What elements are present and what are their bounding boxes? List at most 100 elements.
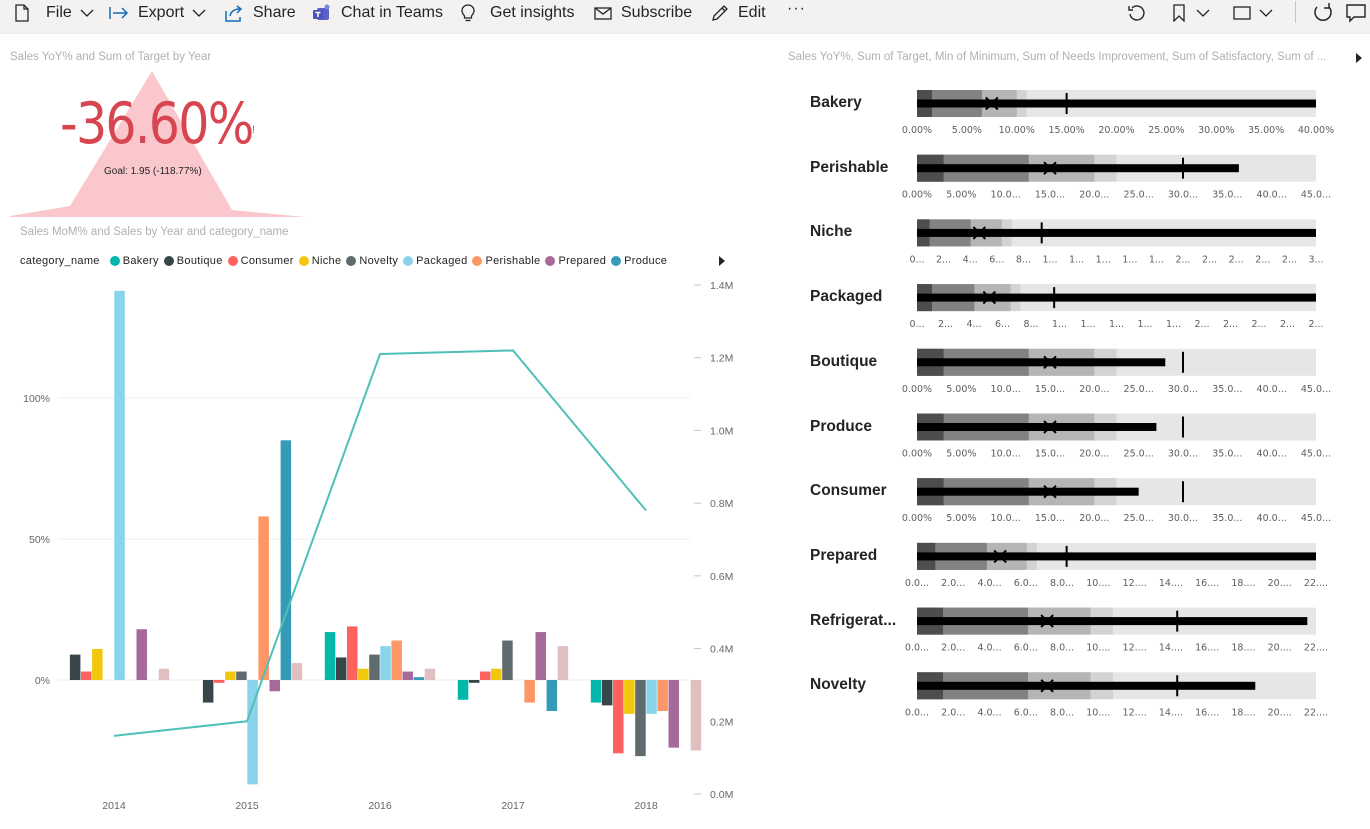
bar-packaged-2016[interactable] bbox=[380, 646, 391, 680]
bar-novelty-2015[interactable] bbox=[236, 671, 247, 680]
bar-perishable-2018[interactable] bbox=[657, 680, 668, 712]
chat-in-teams-button[interactable]: Chat in Teams bbox=[312, 0, 443, 26]
bar-consumer-2018[interactable] bbox=[613, 680, 624, 754]
bar-boutique-2017[interactable] bbox=[468, 680, 480, 683]
bar-bakery-2018[interactable] bbox=[590, 680, 602, 703]
bar-bakery-2017[interactable] bbox=[457, 680, 469, 700]
bar-novelty-2017[interactable] bbox=[502, 640, 513, 680]
reset-button[interactable] bbox=[1127, 0, 1147, 26]
bullet-tick-label: 45.0... bbox=[1301, 190, 1331, 201]
bar-perishable-2015[interactable] bbox=[258, 516, 269, 680]
bullet-tick-label: 3... bbox=[1308, 254, 1323, 265]
bar-perishable-2017[interactable] bbox=[524, 680, 535, 703]
legend-item-packaged[interactable]: Packaged bbox=[403, 255, 467, 267]
share-button[interactable]: Share bbox=[225, 0, 296, 26]
file-menu[interactable]: File bbox=[15, 0, 103, 26]
bar-refrigerated-2018[interactable] bbox=[690, 680, 702, 751]
bar-refrigerated-2014[interactable] bbox=[158, 668, 170, 680]
bar-consumer-2016[interactable] bbox=[347, 626, 358, 680]
bar-boutique-2018[interactable] bbox=[601, 680, 613, 706]
legend-item-prepared[interactable]: Prepared bbox=[545, 255, 606, 267]
legend-item-perishable[interactable]: Perishable bbox=[472, 255, 540, 267]
bar-packaged-2014[interactable] bbox=[114, 290, 125, 680]
bullet-tick-label: 1... bbox=[1122, 254, 1137, 265]
bar-boutique-2015[interactable] bbox=[202, 680, 214, 703]
share-icon bbox=[225, 4, 243, 22]
bullet-tick-label: 22.... bbox=[1304, 643, 1328, 654]
bar-prepared-2014[interactable] bbox=[136, 629, 148, 680]
legend-item-boutique[interactable]: Boutique bbox=[163, 255, 223, 267]
bullet-tick-label: 20.... bbox=[1268, 578, 1292, 589]
subscribe-button[interactable]: Subscribe bbox=[594, 0, 692, 26]
bar-produce-2017[interactable] bbox=[546, 680, 558, 712]
bar-produce-2015[interactable] bbox=[280, 440, 292, 680]
bar-prepared-2016[interactable] bbox=[402, 671, 414, 680]
bullet-actual-bar[interactable] bbox=[917, 487, 1139, 496]
bar-niche-2018[interactable] bbox=[624, 680, 635, 714]
legend-label: Novelty bbox=[359, 255, 399, 267]
bar-niche-2015[interactable] bbox=[225, 671, 236, 680]
bullet-actual-bar[interactable] bbox=[917, 99, 1316, 108]
bullet-tick-label: 0.00% bbox=[902, 190, 932, 201]
bullet-tick-label: 2... bbox=[1251, 319, 1266, 330]
bookmark-menu[interactable] bbox=[1172, 0, 1210, 26]
bullet-tick-label: 10.... bbox=[1086, 578, 1110, 589]
bar-refrigerated-2017[interactable] bbox=[557, 646, 569, 680]
bullet-actual-bar[interactable] bbox=[917, 358, 1166, 367]
bar-consumer-2015[interactable] bbox=[214, 680, 225, 683]
bullet-tick-label: 14.... bbox=[1159, 707, 1183, 718]
bar-prepared-2017[interactable] bbox=[535, 632, 547, 680]
legend-next-icon[interactable] bbox=[718, 256, 726, 266]
bar-niche-2016[interactable] bbox=[358, 668, 369, 680]
bar-consumer-2014[interactable] bbox=[81, 671, 92, 680]
bar-consumer-2017[interactable] bbox=[480, 671, 491, 680]
legend-label: Perishable bbox=[485, 255, 541, 267]
bar-niche-2017[interactable] bbox=[491, 668, 502, 680]
bar-perishable-2016[interactable] bbox=[391, 640, 402, 680]
y-right-tick: 0.4M bbox=[710, 644, 733, 656]
lightbulb-icon bbox=[461, 3, 475, 21]
bullet-tick-label: 25.00% bbox=[1148, 125, 1184, 136]
refresh-button[interactable] bbox=[1312, 0, 1334, 26]
bar-packaged-2018[interactable] bbox=[646, 680, 657, 714]
bar-prepared-2015[interactable] bbox=[269, 680, 281, 692]
legend-item-novelty[interactable]: Novelty bbox=[346, 255, 398, 267]
bullet-tick-label: 4... bbox=[963, 254, 978, 265]
bullet-tick-label: 8.0... bbox=[1050, 578, 1074, 589]
bar-refrigerated-2016[interactable] bbox=[424, 668, 436, 680]
bar-boutique-2014[interactable] bbox=[69, 654, 81, 680]
bullet-tick-label: 1... bbox=[1109, 319, 1124, 330]
comment-icon bbox=[1346, 4, 1366, 23]
bar-produce-2016[interactable] bbox=[413, 677, 425, 680]
bullet-actual-bar[interactable] bbox=[917, 617, 1308, 626]
legend-item-produce[interactable]: Produce bbox=[611, 255, 667, 267]
bullet-actual-bar[interactable] bbox=[917, 293, 1316, 302]
bar-boutique-2016[interactable] bbox=[335, 657, 347, 680]
bullet-tick-label: 15.0... bbox=[1035, 384, 1065, 395]
export-menu[interactable]: Export bbox=[109, 0, 215, 26]
chevron-down-icon bbox=[80, 9, 94, 17]
more-options-button[interactable]: ··· bbox=[787, 0, 806, 22]
bar-novelty-2016[interactable] bbox=[369, 654, 380, 680]
bar-niche-2014[interactable] bbox=[92, 648, 103, 680]
comments-button[interactable] bbox=[1345, 3, 1367, 28]
edit-button[interactable]: Edit bbox=[711, 0, 766, 26]
bullet-actual-bar[interactable] bbox=[917, 552, 1316, 561]
bullet-actual-bar[interactable] bbox=[917, 423, 1157, 431]
bar-prepared-2018[interactable] bbox=[668, 680, 680, 748]
legend-item-bakery[interactable]: Bakery bbox=[109, 255, 159, 267]
bullet-actual-bar[interactable] bbox=[917, 164, 1239, 173]
get-insights-button[interactable]: Get insights bbox=[461, 0, 574, 26]
bullet-tick-label: 16.... bbox=[1195, 707, 1219, 718]
file-icon bbox=[15, 4, 29, 22]
legend-item-consumer[interactable]: Consumer bbox=[227, 255, 294, 267]
legend-item-niche[interactable]: Niche bbox=[298, 255, 342, 267]
bullet-tick-label: 6.0... bbox=[1014, 643, 1038, 654]
bullet-tick-label: 10.... bbox=[1086, 643, 1110, 654]
bullet-actual-bar[interactable] bbox=[917, 681, 1256, 690]
bar-refrigerated-2015[interactable] bbox=[291, 663, 303, 680]
bar-novelty-2018[interactable] bbox=[635, 680, 646, 757]
y-right-tick: 0.6M bbox=[710, 571, 733, 583]
bar-bakery-2016[interactable] bbox=[324, 632, 336, 680]
view-menu[interactable] bbox=[1233, 0, 1273, 26]
